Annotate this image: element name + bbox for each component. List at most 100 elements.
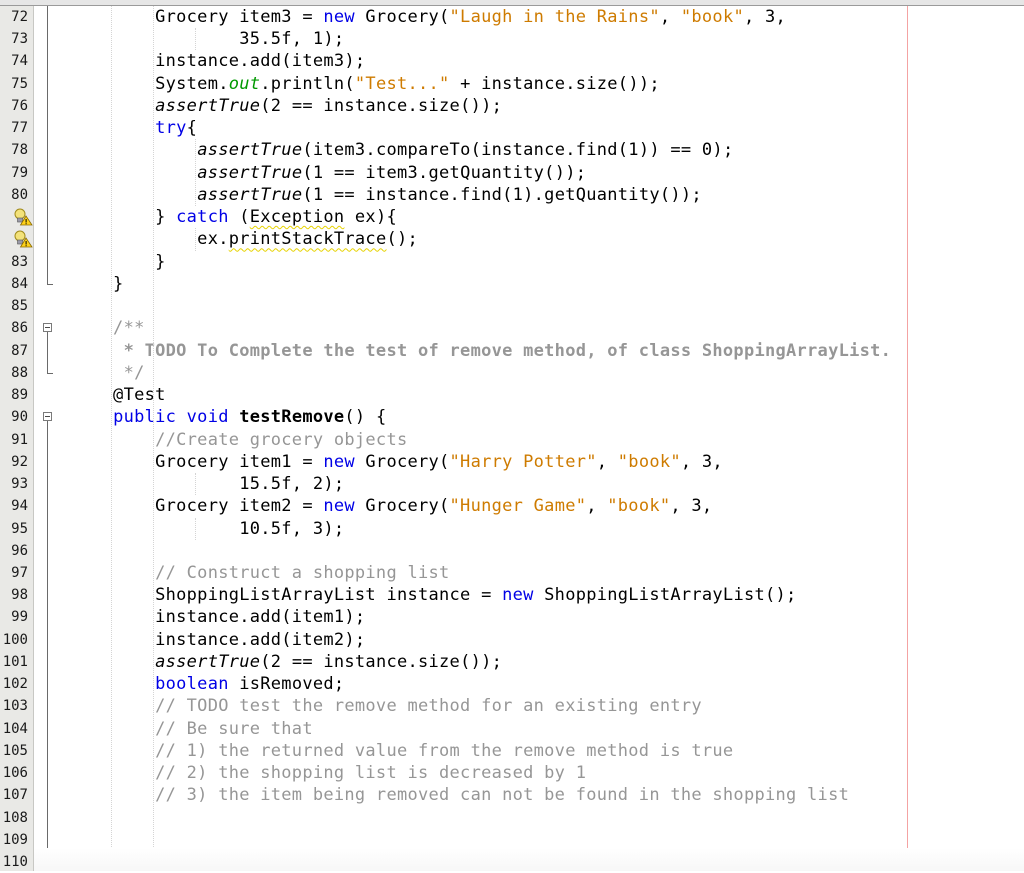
code-text[interactable]: assertTrue(1 == instance.find(1).getQuan…: [71, 184, 702, 206]
code-token: ex){: [344, 207, 397, 228]
line-number: 74: [11, 53, 28, 70]
code-text[interactable]: // TODO test the remove method for an ex…: [71, 695, 702, 717]
code-text[interactable]: // 3) the item being removed can not be …: [71, 784, 849, 806]
hint-warning-icon[interactable]: [13, 208, 33, 226]
line-number: 76: [11, 97, 28, 114]
warning-token: printStackTrace: [228, 229, 387, 250]
code-token: , 3,: [670, 496, 713, 517]
code-text[interactable]: * TODO To Complete the test of remove me…: [71, 340, 891, 362]
code-token: assertTrue: [197, 184, 303, 205]
line-number: 83: [11, 253, 28, 270]
code-token: Grocery item3 =: [71, 7, 324, 27]
code-token: Grocery(: [354, 7, 450, 27]
hint-warning-icon[interactable]: [13, 230, 33, 248]
code-token: .println(: [260, 73, 355, 94]
line-number: 97: [11, 565, 28, 581]
code-editor[interactable]: 72 Grocery item3 = new Grocery("Laugh in…: [0, 6, 1024, 871]
code-text[interactable]: // 2) the shopping list is decreased by …: [71, 762, 586, 784]
comment-token: // TODO test the remove method for an ex…: [71, 696, 702, 717]
code-text[interactable]: } catch (Exception ex){: [71, 206, 397, 228]
comment-token: * TODO To Complete the test of remove me…: [71, 340, 892, 361]
code-text[interactable]: assertTrue(2 == instance.size());: [71, 95, 502, 117]
code-text[interactable]: assertTrue(item3.compareTo(instance.find…: [71, 139, 733, 161]
code-text[interactable]: instance.add(item2);: [71, 629, 365, 651]
indent-guide: [195, 517, 196, 540]
comment-token: // 2) the shopping list is decreased by …: [71, 763, 587, 784]
code-token: Grocery(: [354, 451, 450, 472]
line-number: 89: [11, 387, 28, 404]
line-number: 84: [11, 275, 28, 292]
code-text[interactable]: ShoppingListArrayList instance = new Sho…: [71, 584, 797, 606]
line-number: 78: [11, 142, 28, 159]
keyword-token: try: [155, 118, 187, 139]
code-text[interactable]: Grocery item2 = new Grocery("Hunger Game…: [71, 495, 712, 517]
code-text[interactable]: Grocery item1 = new Grocery("Harry Potte…: [71, 451, 723, 473]
code-text[interactable]: //Create grocery objects: [71, 429, 407, 451]
code-text[interactable]: 35.5f, 1);: [71, 28, 344, 50]
line-number: 106: [2, 765, 28, 782]
line-number: 110: [2, 854, 28, 871]
code-text[interactable]: System.out.println("Test..." + instance.…: [71, 73, 660, 95]
code-token: ShoppingListArrayList instance =: [71, 585, 503, 606]
code-text[interactable]: // Be sure that: [71, 718, 313, 740]
code-text[interactable]: /**: [71, 317, 145, 339]
code-text[interactable]: boolean isRemoved;: [71, 673, 344, 695]
code-token: assertTrue: [197, 140, 303, 161]
indent-guide: [111, 6, 112, 871]
code-text[interactable]: instance.add(item3);: [71, 50, 365, 72]
line-number: 101: [2, 653, 28, 670]
fold-end-marker: [47, 283, 53, 285]
code-text[interactable]: instance.add(item1);: [71, 606, 365, 628]
code-text[interactable]: }: [71, 273, 124, 295]
code-text[interactable]: */: [71, 362, 145, 384]
fold-collapse-button[interactable]: [43, 412, 52, 422]
line-number: 86: [11, 320, 28, 337]
code-text[interactable]: ex.printStackTrace();: [71, 228, 418, 250]
code-text[interactable]: try{: [71, 117, 197, 139]
code-text[interactable]: // Construct a shopping list: [71, 562, 450, 584]
code-text[interactable]: 15.5f, 2);: [71, 473, 344, 495]
code-token: Grocery item2 =: [71, 496, 324, 517]
line-number: 103: [2, 698, 28, 715]
code-token: (: [228, 207, 250, 228]
indent-guide: [195, 228, 196, 251]
code-text[interactable]: Grocery item3 = new Grocery("Laugh in th…: [71, 6, 786, 28]
indent-guide: [195, 28, 196, 51]
code-text[interactable]: @Test: [71, 384, 166, 406]
line-number: 107: [2, 787, 28, 804]
code-token: (2 == instance.size());: [260, 651, 503, 672]
code-text[interactable]: assertTrue(2 == instance.size());: [71, 651, 502, 673]
code-token: System.: [71, 73, 229, 94]
code-token: ShoppingListArrayList();: [533, 585, 797, 606]
code-token: Grocery item1 =: [71, 451, 324, 472]
indent-guide: [195, 473, 196, 496]
keyword-token: boolean: [155, 674, 229, 695]
line-number: 92: [11, 453, 28, 470]
line-number: 79: [11, 164, 28, 181]
line-number: 75: [11, 75, 28, 92]
code-token: assertTrue: [155, 95, 261, 116]
code-text[interactable]: assertTrue(1 == item3.getQuantity());: [71, 162, 586, 184]
string-token: "Hunger Game": [449, 496, 587, 517]
code-token: ,: [659, 7, 681, 27]
code-token: @Test: [71, 385, 166, 406]
code-token: + instance.size());: [449, 73, 660, 94]
string-token: "book": [607, 496, 671, 517]
fold-line: [47, 421, 48, 871]
code-token: assertTrue: [155, 651, 261, 672]
code-token: instance.add(item3);: [71, 51, 366, 72]
line-number: 99: [11, 609, 28, 626]
code-text[interactable]: public void testRemove() {: [71, 406, 386, 428]
code-token: instance.add(item2);: [71, 629, 366, 650]
code-text[interactable]: }: [71, 251, 166, 273]
fold-collapse-button[interactable]: [43, 323, 52, 333]
code-text[interactable]: // 1) the returned value from the remove…: [71, 740, 733, 762]
line-number: 80: [11, 186, 28, 203]
code-text[interactable]: 10.5f, 3);: [71, 518, 344, 540]
line-number: 91: [11, 431, 28, 448]
